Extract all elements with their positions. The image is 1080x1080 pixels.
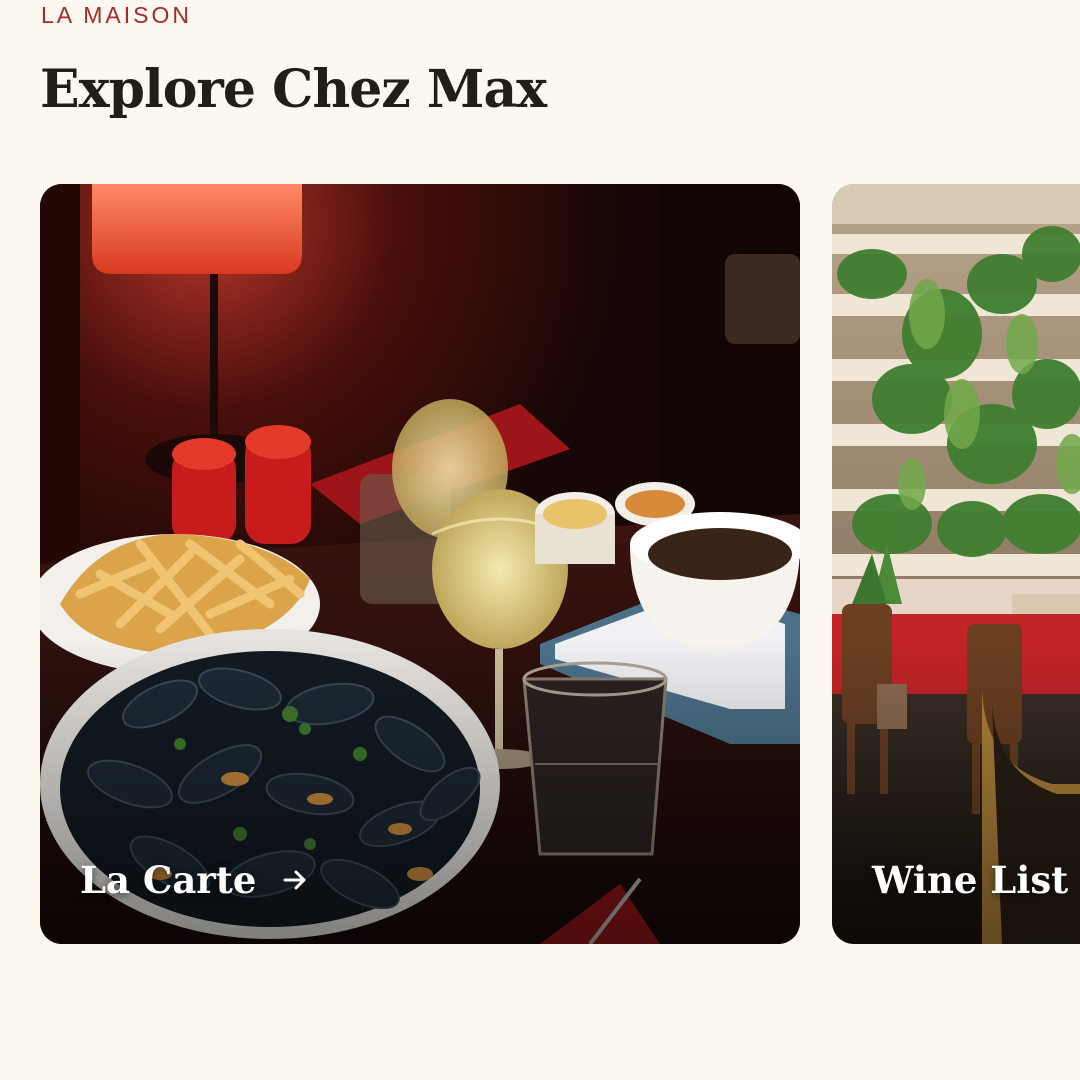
explore-carousel[interactable]: La Carte Wine List: [0, 184, 1080, 944]
la-carte-link[interactable]: La Carte: [80, 858, 308, 902]
wine-list-link[interactable]: Wine List: [872, 858, 1080, 902]
la-carte-card[interactable]: La Carte: [40, 184, 800, 944]
mussels-dinner-photo: [40, 184, 800, 944]
wine-list-label: Wine List: [872, 858, 1069, 902]
section-title: Explore Chez Max: [40, 59, 547, 120]
section-eyebrow: LA MAISON: [41, 2, 192, 28]
arrow-right-icon: [283, 870, 306, 890]
dining-room-photo: [832, 184, 1080, 944]
wine-list-card[interactable]: Wine List: [832, 184, 1080, 944]
la-carte-label: La Carte: [80, 858, 257, 902]
explore-page: LA MAISON Explore Chez Max La Carte Wine…: [0, 0, 1080, 1080]
